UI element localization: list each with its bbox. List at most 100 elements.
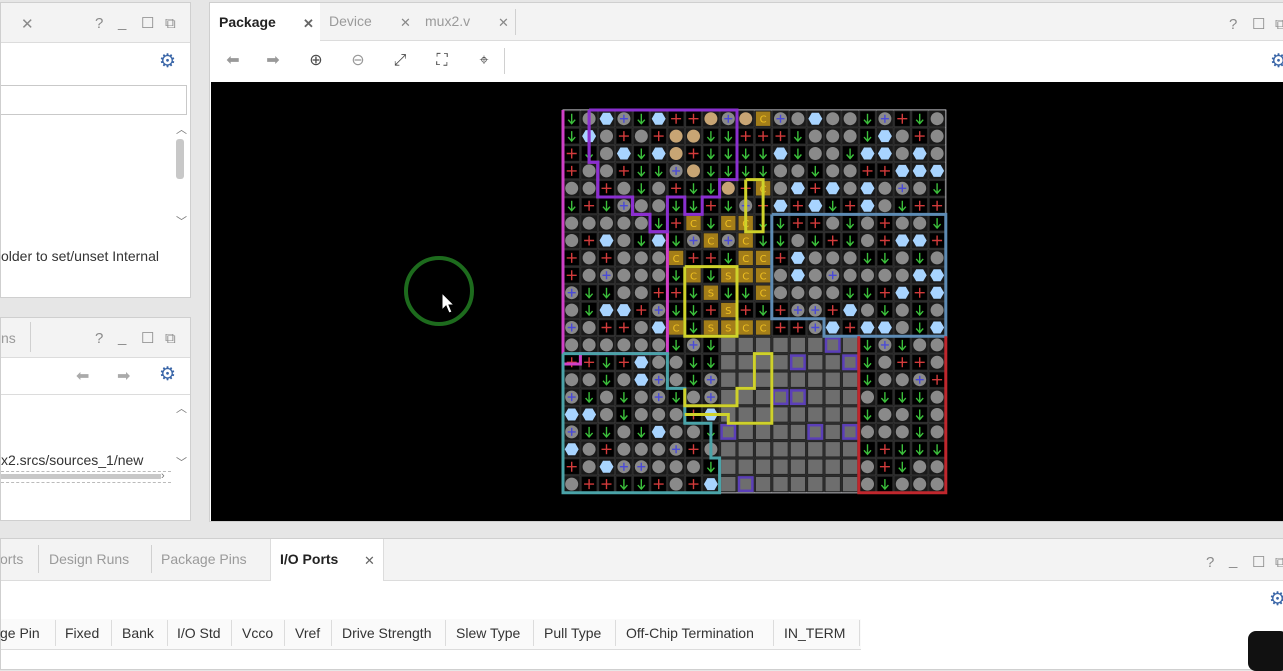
pin-square[interactable] [773,337,788,353]
crosshair-icon[interactable]: ⌖ [474,51,494,71]
close-icon[interactable]: ✕ [364,541,375,581]
settings-gear-icon[interactable]: ⚙ [1270,52,1283,71]
column-vref[interactable]: Vref [295,623,320,643]
pin-circle[interactable] [930,477,944,491]
scroll-down-icon[interactable]: ﹀ [176,213,187,229]
scroll-right-icon[interactable]: › [161,470,165,482]
pin-circle[interactable] [652,355,666,369]
pin-square[interactable] [738,355,753,370]
pin-circle[interactable] [895,408,909,421]
pin-square[interactable] [825,372,840,387]
pin-circle[interactable] [930,425,944,439]
pin-circle[interactable] [617,268,631,282]
pin-circle[interactable] [895,129,909,143]
pin-circle[interactable] [878,199,892,213]
tab-fragment[interactable]: ns [1,318,16,358]
close-icon[interactable]: ✕ [400,3,411,43]
column-io-std[interactable]: I/O Std [177,623,221,643]
pin-square[interactable] [755,476,771,492]
pin-circle[interactable] [930,251,944,265]
horizontal-scrollbar[interactable] [1,471,171,483]
vertical-scrollbar[interactable]: ︿ ﹀ [173,119,189,229]
pin-circle[interactable] [843,251,857,265]
pin-circle[interactable] [652,251,666,265]
pin-circle[interactable] [617,286,631,300]
column-slew-type[interactable]: Slew Type [456,623,520,643]
settings-gear-icon[interactable]: ⚙ [1269,590,1283,609]
tab-ports[interactable]: orts [1,539,38,579]
pin-square[interactable] [721,372,736,387]
help-icon[interactable]: ? [95,331,103,346]
pin-circle[interactable] [582,460,596,474]
pin-circle[interactable] [791,234,805,247]
help-icon[interactable]: ? [1206,555,1214,570]
pin-circle[interactable] [913,477,927,491]
zoom-out-icon[interactable]: ⊖ [348,51,368,71]
pin-square[interactable] [842,476,858,492]
pin-circle[interactable] [826,112,840,126]
pin-square[interactable] [808,476,823,492]
pin-circle[interactable] [634,338,648,352]
pin-circle[interactable] [808,129,822,143]
pin-circle[interactable] [843,129,857,143]
pin-circle[interactable] [652,338,666,352]
pin-square[interactable] [842,372,858,387]
pin-circle[interactable] [843,181,857,195]
pin-circle[interactable] [617,216,631,230]
pin-circle[interactable] [652,199,666,213]
pin-square[interactable] [755,372,771,387]
scroll-up-icon[interactable]: ︿ [176,400,187,416]
search-input[interactable] [1,85,187,115]
help-icon[interactable]: ? [1229,17,1237,32]
settings-gear-icon[interactable]: ⚙ [159,365,176,384]
pin-circle[interactable] [878,268,892,282]
pin-circle[interactable] [600,147,613,160]
pin-circle[interactable] [565,303,579,317]
pin-circle[interactable] [669,355,683,369]
pin-square[interactable] [825,442,840,457]
pin-square[interactable] [773,407,788,422]
pin-circle[interactable] [930,355,944,369]
pin-circle[interactable] [826,286,840,300]
pin-circle[interactable] [861,460,874,474]
pin-circle[interactable] [600,164,613,178]
pin-circle[interactable] [843,164,857,178]
pin-square[interactable] [825,407,840,422]
pin-circle[interactable] [930,303,944,317]
pin-circle[interactable] [600,390,613,404]
pin-square[interactable] [842,459,858,474]
pin-circle[interactable] [617,251,631,265]
pin-square[interactable] [808,424,823,440]
pin-circle[interactable] [913,216,927,230]
float-icon[interactable]: ⧉ [1275,17,1283,32]
pin-circle[interactable] [826,147,840,160]
pin-square[interactable] [773,355,788,370]
pin-square[interactable] [738,372,753,387]
pin-circle[interactable] [791,112,805,126]
pin-circle[interactable] [617,338,631,352]
column-bank[interactable]: Bank [122,623,154,643]
pin-circle[interactable] [791,286,805,300]
pin-circle[interactable] [634,216,648,230]
pin-square[interactable] [773,442,788,457]
pin-square[interactable] [825,389,840,405]
pin-circle[interactable] [843,268,857,282]
pin-square[interactable] [808,442,823,457]
pin-circle[interactable] [565,338,579,352]
scroll-thumb[interactable] [176,139,184,179]
pin-circle[interactable] [582,373,596,387]
column-pull-type[interactable]: Pull Type [544,623,601,643]
pin-circle[interactable] [826,216,840,230]
minimize-icon[interactable]: _ [118,15,126,30]
pin-circle[interactable] [808,147,822,160]
pin-circle[interactable] [582,268,596,282]
pin-circle[interactable] [878,425,892,439]
pin-circle[interactable] [582,216,596,230]
pin-circle[interactable] [843,112,857,126]
pin-circle[interactable] [687,164,700,178]
pin-circle[interactable] [582,321,596,334]
pin-circle[interactable] [687,460,700,474]
pin-square[interactable] [755,424,771,440]
tab-package-pins[interactable]: Package Pins [152,539,270,579]
pin-square[interactable] [773,424,788,440]
